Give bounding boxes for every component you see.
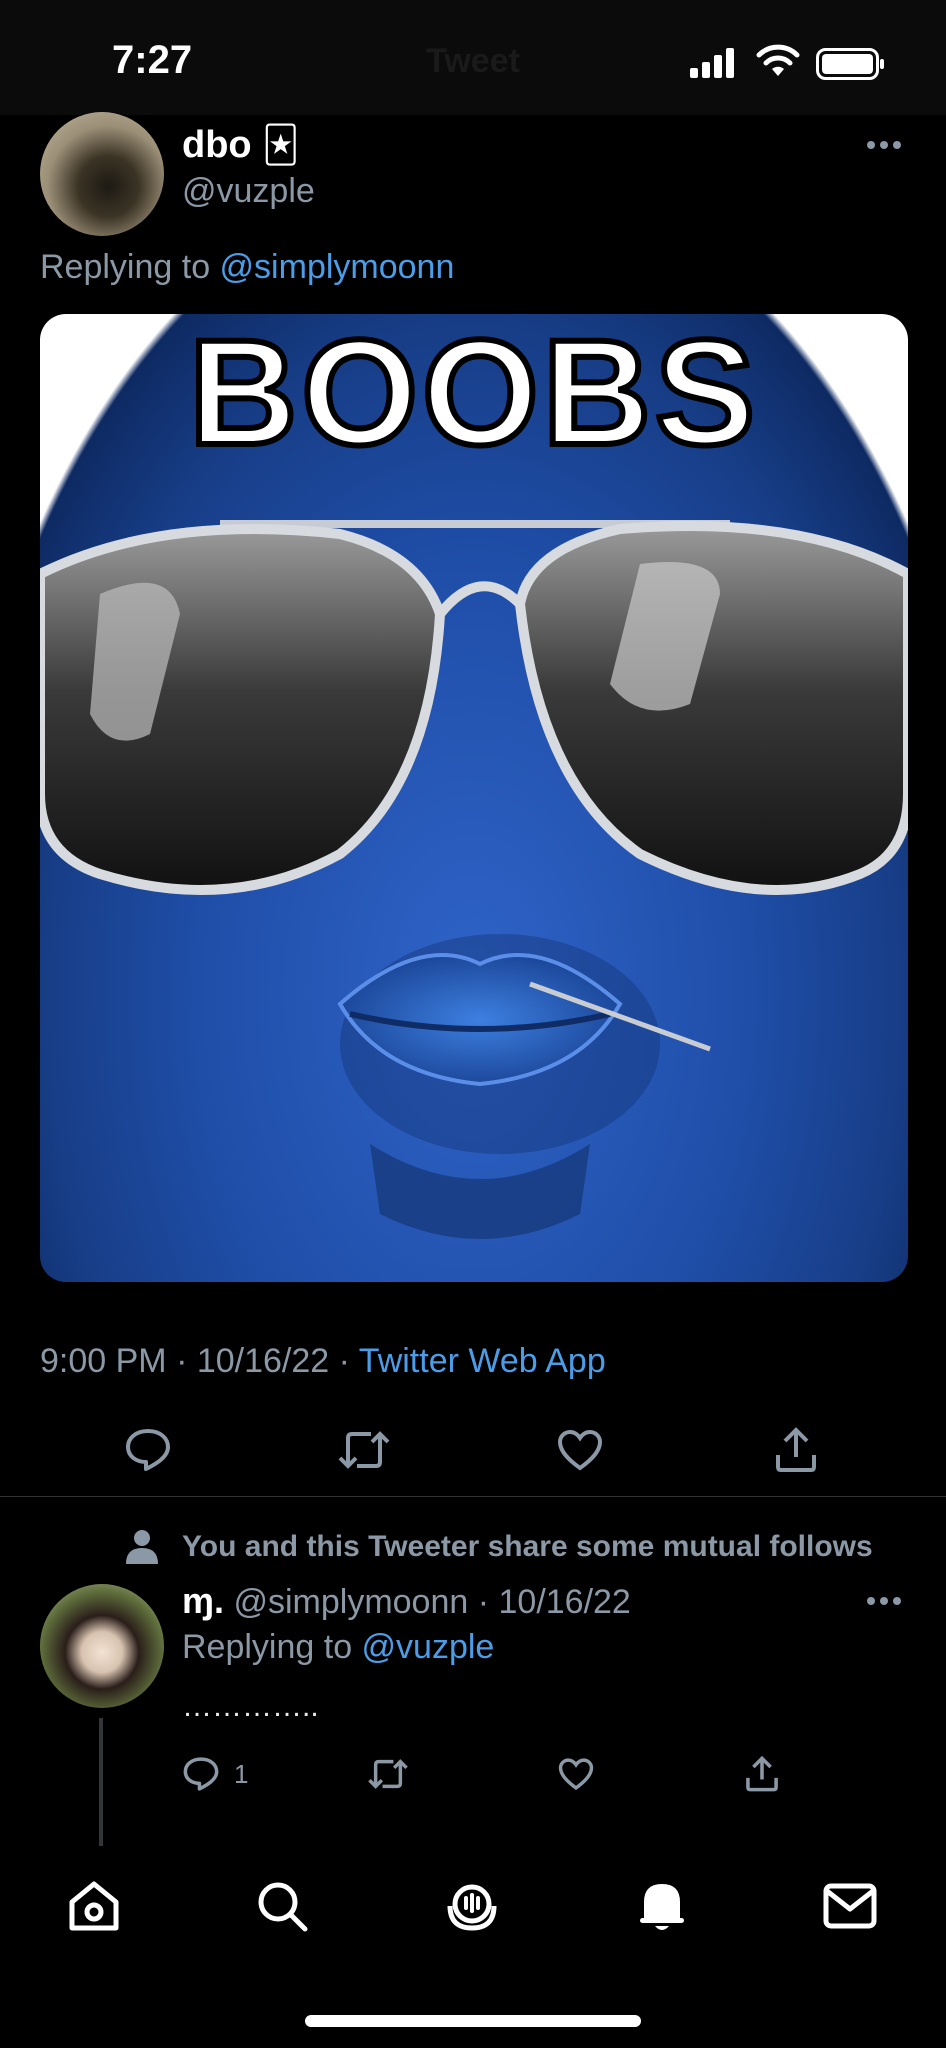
like-button[interactable] (550, 1420, 610, 1480)
author-handle[interactable]: @vuzple (182, 172, 315, 211)
joker-card-emoji: 🃏 (262, 124, 300, 165)
thread-line (99, 1718, 103, 1846)
share-button[interactable] (766, 1420, 826, 1480)
tweet-image[interactable]: BOOBS (40, 314, 908, 1282)
avatar[interactable] (40, 112, 164, 236)
replying-to-link[interactable]: @simplymoonn (220, 248, 455, 286)
spaces-icon (447, 1884, 497, 1931)
home-indicator[interactable] (305, 2015, 641, 2027)
share-icon (746, 1756, 778, 1792)
cellular-signal-icon (690, 48, 734, 78)
notifications-icon (640, 1884, 684, 1930)
reply-like-button[interactable] (554, 1752, 598, 1796)
replying-to: Replying to @simplymoonn (40, 248, 455, 286)
reply-text: ………….. (182, 1690, 319, 1723)
reply-author-name: ɱ. (182, 1580, 225, 1621)
tweet-timestamp: 9:00 PM · 10/16/22 · Twitter Web App (40, 1342, 606, 1380)
search-icon (258, 1882, 308, 1932)
battery-icon (816, 48, 884, 80)
reply-retweet-button[interactable] (366, 1752, 410, 1796)
home-icon (69, 1881, 119, 1931)
share-icon (776, 1427, 816, 1472)
mutual-follows-notice: You and this Tweeter share some mutual f… (182, 1530, 873, 1563)
reply-reply-button[interactable]: 1 (182, 1752, 272, 1796)
messages-icon (823, 1883, 877, 1929)
reply-replying-to: Replying to @vuzple (182, 1628, 495, 1666)
status-time: 7:27 (112, 38, 193, 82)
reply-author[interactable]: ɱ. @simplymoonn · 10/16/22 (182, 1580, 631, 1622)
sunglasses-face-illustration (40, 520, 908, 1239)
author-name[interactable]: dbo 🃏 (182, 124, 299, 167)
wifi-icon (756, 44, 800, 76)
tab-messages[interactable] (820, 1876, 880, 1936)
tab-spaces[interactable] (442, 1876, 502, 1936)
reply-replying-to-link[interactable]: @vuzple (362, 1628, 495, 1666)
reply-icon (183, 1757, 219, 1791)
reply-count: 1 (234, 1758, 249, 1789)
reply-button[interactable] (118, 1420, 178, 1480)
more-horizontal-icon (867, 1597, 901, 1605)
more-horizontal-icon (867, 141, 901, 149)
retweet-button[interactable] (334, 1420, 394, 1480)
divider (0, 1496, 946, 1497)
like-icon (558, 1758, 594, 1791)
retweet-icon (368, 1759, 408, 1789)
tab-search[interactable] (252, 1876, 312, 1936)
tweet-source[interactable]: Twitter Web App (359, 1342, 606, 1380)
status-bar: Tweet 7:27 (0, 0, 946, 115)
reply-handle-date: @simplymoonn · 10/16/22 (233, 1583, 631, 1621)
retweet-icon (338, 1431, 390, 1469)
tab-home[interactable] (64, 1876, 124, 1936)
reply-share-button[interactable] (740, 1752, 784, 1796)
tab-notifications[interactable] (632, 1876, 692, 1936)
more-button[interactable] (862, 130, 906, 160)
person-icon (126, 1530, 158, 1564)
like-icon (557, 1429, 603, 1471)
avatar[interactable] (40, 1584, 164, 1708)
reply-icon (126, 1429, 170, 1471)
reply-more-button[interactable] (862, 1586, 906, 1616)
